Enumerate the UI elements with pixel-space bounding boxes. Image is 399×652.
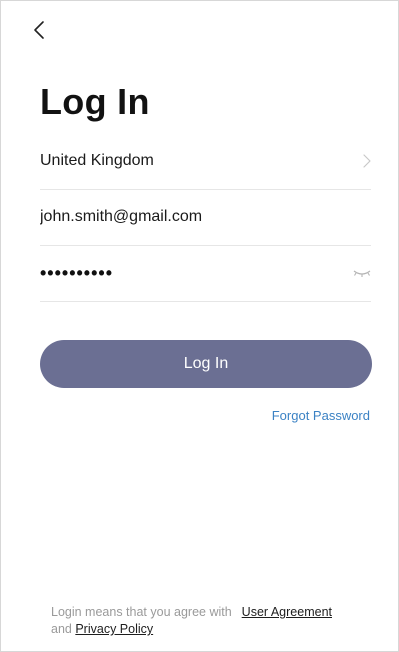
country-selector[interactable]: United Kingdom	[40, 133, 371, 190]
chevron-left-icon	[34, 21, 44, 39]
agreement-and: and	[51, 622, 72, 636]
forgot-password-link[interactable]: Forgot Password	[272, 408, 370, 423]
agreement-prefix: Login means that you agree with	[51, 605, 232, 619]
agreement-notice: Login means that you agree with User Agre…	[51, 604, 371, 638]
eye-closed-icon[interactable]	[347, 261, 371, 285]
back-button[interactable]	[29, 19, 49, 41]
chevron-right-icon	[347, 149, 371, 173]
page-title: Log In	[40, 81, 150, 122]
user-agreement-link[interactable]: User Agreement	[242, 605, 332, 619]
email-field[interactable]	[40, 189, 371, 245]
login-button[interactable]: Log In	[40, 340, 372, 388]
password-field[interactable]: ••••••••••	[40, 263, 347, 284]
login-screen: Log In United Kingdom •••••••••• Log In …	[0, 0, 399, 652]
email-row	[40, 189, 371, 246]
privacy-policy-link[interactable]: Privacy Policy	[75, 622, 153, 636]
country-value: United Kingdom	[40, 152, 154, 169]
password-row: ••••••••••	[40, 245, 371, 302]
